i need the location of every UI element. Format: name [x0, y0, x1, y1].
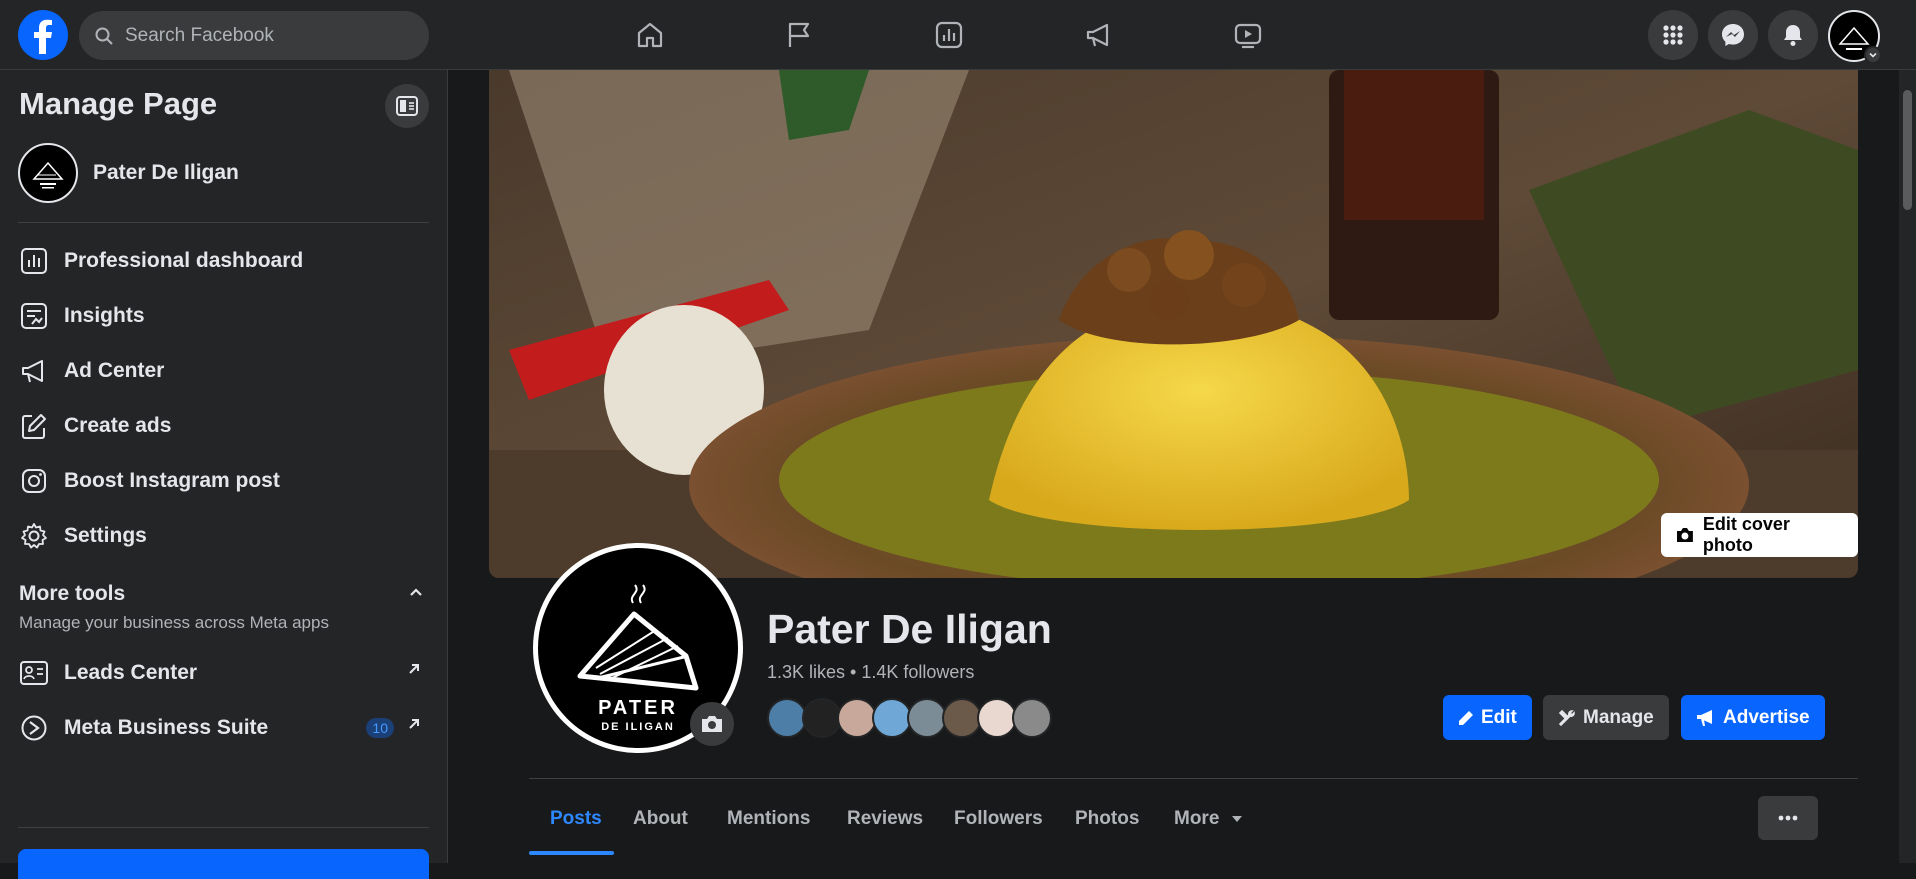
page-title: Pater De Iligan	[767, 606, 1052, 652]
search-bar[interactable]: Search Facebook	[79, 11, 429, 60]
instagram-icon	[18, 465, 50, 497]
edit-button[interactable]: Edit	[1443, 695, 1532, 740]
active-tab-indicator	[529, 851, 614, 855]
follower-avatar[interactable]	[802, 698, 842, 738]
sidebar-item-label: Settings	[64, 524, 147, 547]
page-main-content: Edit cover photo PATER DE ILIGAN Pater D…	[449, 70, 1899, 863]
tab-reviews[interactable]: Reviews	[847, 808, 923, 830]
follower-avatar[interactable]	[872, 698, 912, 738]
sidebar-item-leads-center[interactable]: Leads Center	[10, 647, 430, 699]
external-link-icon	[406, 661, 422, 677]
video-icon[interactable]	[1227, 14, 1269, 56]
sidebar-item-boost-instagram-post[interactable]: Boost Instagram post	[10, 455, 430, 507]
bell-icon[interactable]	[1768, 10, 1818, 60]
tab-followers[interactable]: Followers	[954, 808, 1043, 830]
camera-icon	[1676, 528, 1693, 542]
more-dots-icon	[1778, 815, 1798, 821]
follower-avatar[interactable]	[1012, 698, 1052, 738]
sidebar-item-ad-center[interactable]: Ad Center	[10, 345, 430, 397]
tab-more[interactable]: More	[1174, 808, 1243, 830]
messenger-icon[interactable]	[1708, 10, 1758, 60]
follower-avatar[interactable]	[977, 698, 1017, 738]
sidebar-item-label: Boost Instagram post	[64, 469, 280, 492]
sidebar-item-insights[interactable]: Insights	[10, 290, 430, 342]
sidebar-page-switcher[interactable]: Pater De Iligan	[18, 143, 239, 203]
megaphone-icon	[1697, 709, 1712, 726]
pencil-icon	[18, 410, 50, 442]
update-profile-picture-camera-icon[interactable]	[690, 702, 734, 746]
page-avatar	[18, 143, 78, 203]
insights-icon	[18, 300, 50, 332]
search-input[interactable]: Search Facebook	[125, 25, 274, 47]
pencil-icon	[1459, 710, 1473, 725]
chevron-down-icon[interactable]	[1864, 46, 1882, 64]
scrollbar-thumb[interactable]	[1903, 90, 1912, 210]
edit-cover-photo-button[interactable]: Edit cover photo	[1661, 513, 1858, 557]
divider	[18, 827, 429, 828]
tab-mentions[interactable]: Mentions	[727, 808, 810, 830]
dashboard-icon	[18, 245, 50, 277]
search-icon	[95, 27, 113, 45]
collapse-sidebar-icon[interactable]	[385, 84, 429, 128]
caret-down-icon	[1231, 815, 1242, 822]
tools-icon	[1558, 709, 1575, 726]
home-icon[interactable]	[629, 14, 671, 56]
more-options-button[interactable]	[1758, 796, 1818, 840]
top-navigation-bar: Search Facebook	[0, 0, 1916, 70]
account-avatar[interactable]	[1828, 10, 1882, 64]
follower-avatar[interactable]	[907, 698, 947, 738]
tab-about[interactable]: About	[633, 808, 688, 830]
sidebar-item-meta-business-suite[interactable]: Meta Business Suite 10	[10, 702, 430, 754]
sidebar-primary-button[interactable]	[18, 849, 429, 879]
follower-avatar[interactable]	[942, 698, 982, 738]
sidebar-item-label: Create ads	[64, 414, 172, 437]
sidebar-page-name: Pater De Iligan	[93, 161, 239, 184]
notification-badge: 10	[366, 718, 394, 738]
sidebar-title: Manage Page	[19, 86, 218, 121]
manage-button[interactable]: Manage	[1543, 695, 1669, 740]
manage-page-sidebar: Manage Page Pater De Iligan Professional…	[0, 70, 448, 879]
sidebar-item-label: Meta Business Suite	[64, 716, 269, 739]
edit-cover-label: Edit cover photo	[1702, 514, 1790, 555]
contact-card-icon	[18, 657, 50, 689]
page-stats[interactable]: 1.3K likes • 1.4K followers	[767, 662, 974, 683]
tab-photos[interactable]: Photos	[1075, 808, 1139, 830]
sidebar-item-label: Leads Center	[64, 661, 198, 684]
page-scrollbar[interactable]	[1899, 70, 1916, 863]
follower-avatar[interactable]	[837, 698, 877, 738]
sidebar-item-label: Insights	[64, 304, 145, 327]
sidebar-item-create-ads[interactable]: Create ads	[10, 400, 430, 452]
flag-icon[interactable]	[778, 14, 820, 56]
more-tools-heading[interactable]: More tools	[19, 582, 125, 606]
megaphone-icon[interactable]	[1078, 14, 1120, 56]
tab-posts[interactable]: Posts	[550, 808, 602, 830]
gear-icon	[18, 520, 50, 552]
menu-grid-icon[interactable]	[1648, 10, 1698, 60]
divider	[18, 222, 429, 223]
sidebar-item-professional-dashboard[interactable]: Professional dashboard	[10, 235, 430, 287]
facebook-logo-icon[interactable]	[18, 10, 68, 60]
more-tools-subtitle: Manage your business across Meta apps	[19, 613, 329, 632]
logo-text-pater: PATER	[598, 697, 678, 719]
divider	[529, 778, 1858, 779]
sidebar-item-label: Ad Center	[64, 359, 165, 382]
chevron-up-icon[interactable]	[408, 585, 424, 601]
cover-photo[interactable]: Edit cover photo	[489, 70, 1858, 578]
insights-icon[interactable]	[928, 14, 970, 56]
external-link-icon	[406, 716, 422, 732]
sidebar-item-settings[interactable]: Settings	[10, 510, 430, 562]
follower-avatar[interactable]	[767, 698, 807, 738]
meta-business-icon	[18, 712, 50, 744]
advertise-button[interactable]: Advertise	[1681, 695, 1825, 740]
logo-text-de-iligan: DE ILIGAN	[601, 721, 675, 733]
follower-avatars[interactable]	[767, 698, 1052, 738]
sidebar-item-label: Professional dashboard	[64, 249, 304, 272]
megaphone-icon	[18, 355, 50, 387]
